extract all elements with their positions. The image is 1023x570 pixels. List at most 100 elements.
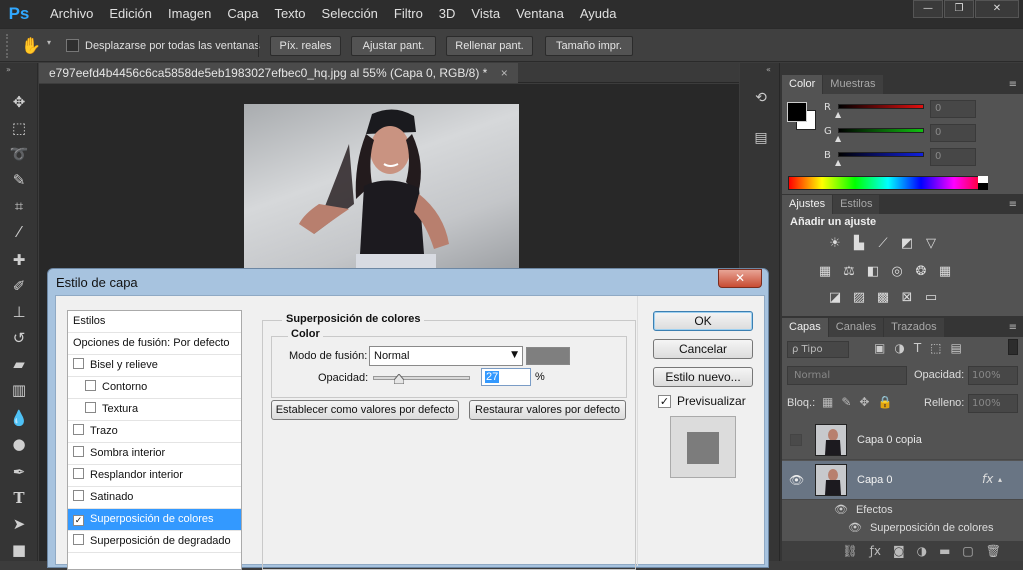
minimize-button[interactable]: — bbox=[913, 0, 943, 18]
filter-smart-object-icon[interactable]: ▤ bbox=[951, 341, 962, 355]
new-adjustment-layer-icon[interactable]: ◑ bbox=[917, 544, 927, 558]
fit-screen-button[interactable]: Ajustar pant. bbox=[351, 36, 436, 56]
layer-opacity-field[interactable]: 100% bbox=[968, 366, 1018, 385]
menu-ayuda[interactable]: Ayuda bbox=[572, 0, 625, 28]
document-tab[interactable]: e797eefd4b4456c6ca5858de5eb1983027efbec0… bbox=[39, 63, 518, 83]
menu-imagen[interactable]: Imagen bbox=[160, 0, 219, 28]
menu-capa[interactable]: Capa bbox=[219, 0, 266, 28]
scroll-all-windows-option[interactable]: Desplazarse por todas las ventanas bbox=[66, 39, 260, 52]
filter-pixel-icon[interactable]: ▣ bbox=[874, 341, 885, 355]
menu-edicion[interactable]: Edición bbox=[101, 0, 160, 28]
add-mask-icon[interactable]: ◙ bbox=[893, 544, 905, 558]
overlay-color-swatch[interactable] bbox=[526, 347, 570, 365]
menu-3d[interactable]: 3D bbox=[431, 0, 464, 28]
options-grip[interactable] bbox=[6, 34, 10, 58]
opacity-slider-track[interactable] bbox=[373, 376, 470, 380]
curves-icon[interactable]: ⟋ bbox=[874, 236, 892, 252]
color-lookup-icon[interactable]: ▦ bbox=[936, 264, 954, 280]
brightness-contrast-icon[interactable]: ☀ bbox=[826, 236, 844, 252]
style-item-opciones-de-fusion-por-defecto[interactable]: Opciones de fusión: Por defecto bbox=[68, 333, 241, 355]
tab-channels[interactable]: Canales bbox=[828, 318, 884, 337]
menu-ventana[interactable]: Ventana bbox=[508, 0, 572, 28]
vibrance-icon[interactable]: ▽ bbox=[922, 236, 940, 252]
posterize-icon[interactable]: ▨ bbox=[850, 290, 868, 306]
crop-tool-icon[interactable]: ⌗ bbox=[8, 195, 30, 217]
invert-icon[interactable]: ◪ bbox=[826, 290, 844, 306]
selective-color-icon[interactable]: ⊠ bbox=[898, 290, 916, 306]
history-panel-icon[interactable]: ⟲ bbox=[750, 87, 772, 109]
eraser-tool-icon[interactable]: ▰ bbox=[8, 353, 30, 375]
style-item-bisel-y-relieve[interactable]: Bisel y relieve bbox=[68, 355, 241, 377]
style-item-estilos[interactable]: Estilos bbox=[68, 311, 241, 333]
effects-eye-icon[interactable]: 👁 bbox=[834, 503, 848, 516]
levels-icon[interactable]: ▙ bbox=[850, 236, 868, 252]
menu-vista[interactable]: Vista bbox=[463, 0, 508, 28]
threshold-icon[interactable]: ▩ bbox=[874, 290, 892, 306]
style-item-sombra-interior[interactable]: Sombra interior bbox=[68, 443, 241, 465]
path-selection-tool-icon[interactable]: ➤ bbox=[8, 513, 30, 535]
preview-checkbox[interactable]: ✓ bbox=[658, 394, 671, 408]
fill-field[interactable]: 100% bbox=[968, 394, 1018, 413]
actual-pixels-button[interactable]: Píx. reales bbox=[270, 36, 341, 56]
brush-tool-icon[interactable]: ✐ bbox=[8, 275, 30, 297]
lock-transparent-icon[interactable]: ▦ bbox=[822, 395, 833, 409]
exposure-icon[interactable]: ◩ bbox=[898, 236, 916, 252]
style-checkbox[interactable]: ✓ bbox=[73, 515, 84, 526]
effect-item-row[interactable]: 👁 Superposición de colores bbox=[848, 521, 994, 534]
tab-paths[interactable]: Trazados bbox=[884, 318, 944, 337]
ok-button[interactable]: OK bbox=[653, 311, 753, 331]
filter-adjustment-icon[interactable]: ◑ bbox=[894, 341, 904, 355]
style-checkbox[interactable] bbox=[85, 380, 96, 391]
fill-screen-button[interactable]: Rellenar pant. bbox=[446, 36, 533, 56]
channel-r-thumb[interactable]: ▲ bbox=[835, 110, 841, 119]
effects-row[interactable]: 👁 Efectos bbox=[834, 503, 893, 516]
marquee-tool-icon[interactable]: ⬚ bbox=[8, 117, 30, 139]
gradient-map-icon[interactable]: ▭ bbox=[922, 290, 940, 306]
channel-g-slider[interactable] bbox=[838, 128, 924, 133]
hue-saturation-icon[interactable]: ▦ bbox=[816, 264, 834, 280]
healing-brush-tool-icon[interactable]: ✚ bbox=[8, 249, 30, 271]
effect-item-eye-icon[interactable]: 👁 bbox=[848, 521, 862, 534]
layer-fx-icon[interactable]: fx bbox=[982, 472, 993, 486]
gradient-tool-icon[interactable]: ▥ bbox=[8, 379, 30, 401]
filter-type-icon[interactable]: T bbox=[914, 341, 921, 355]
eyedropper-tool-icon[interactable]: ⁄ bbox=[8, 221, 30, 243]
tools-collapse-icon[interactable]: » bbox=[6, 65, 11, 74]
menu-seleccion[interactable]: Selección bbox=[314, 0, 386, 28]
clone-stamp-tool-icon[interactable]: ⊥ bbox=[8, 301, 30, 323]
move-tool-icon[interactable]: ✥ bbox=[8, 91, 30, 113]
hand-tool-icon[interactable]: ✋ bbox=[20, 35, 42, 57]
style-item-satinado[interactable]: Satinado bbox=[68, 487, 241, 509]
layer-name[interactable]: Capa 0 bbox=[857, 474, 892, 486]
restore-button[interactable]: ❐ bbox=[944, 0, 974, 18]
style-item-trazo[interactable]: Trazo bbox=[68, 421, 241, 443]
channel-b-value[interactable]: 0 bbox=[930, 148, 976, 166]
filter-toggle[interactable] bbox=[1008, 339, 1018, 355]
opacity-input[interactable]: 27 bbox=[481, 368, 531, 386]
lasso-tool-icon[interactable]: ➰ bbox=[8, 143, 30, 165]
scroll-all-windows-checkbox[interactable] bbox=[66, 39, 79, 52]
new-layer-icon[interactable]: ▢ bbox=[962, 544, 973, 558]
set-default-button[interactable]: Establecer como valores por defecto bbox=[271, 400, 459, 420]
layer-row-capa-0-copia[interactable]: Capa 0 copia bbox=[782, 421, 1023, 460]
history-brush-tool-icon[interactable]: ↺ bbox=[8, 327, 30, 349]
menu-filtro[interactable]: Filtro bbox=[386, 0, 431, 28]
close-window-button[interactable]: ✕ bbox=[975, 0, 1019, 18]
style-item-contorno[interactable]: Contorno bbox=[68, 377, 241, 399]
layer-filter-kind-select[interactable]: ρ Tipo bbox=[787, 341, 849, 358]
channel-g-value[interactable]: 0 bbox=[930, 124, 976, 142]
channel-b-slider[interactable] bbox=[838, 152, 924, 157]
document-image[interactable] bbox=[244, 104, 519, 274]
menu-archivo[interactable]: Archivo bbox=[42, 0, 101, 28]
delete-layer-icon[interactable]: 🗑 bbox=[986, 544, 1001, 558]
lock-all-icon[interactable]: 🔒 bbox=[877, 395, 892, 409]
channel-mixer-icon[interactable]: ❂ bbox=[912, 264, 930, 280]
black-white-ramp[interactable] bbox=[978, 176, 988, 190]
style-checkbox[interactable] bbox=[73, 446, 84, 457]
type-tool-icon[interactable]: T bbox=[8, 487, 30, 509]
adjustments-panel-menu-icon[interactable]: ≡ bbox=[1009, 195, 1017, 214]
tab-styles[interactable]: Estilos bbox=[833, 195, 880, 214]
style-checkbox[interactable] bbox=[73, 424, 84, 435]
style-item-superposicion-de-degradado[interactable]: Superposición de degradado bbox=[68, 531, 241, 553]
color-panel-menu-icon[interactable]: ≡ bbox=[1009, 75, 1017, 94]
